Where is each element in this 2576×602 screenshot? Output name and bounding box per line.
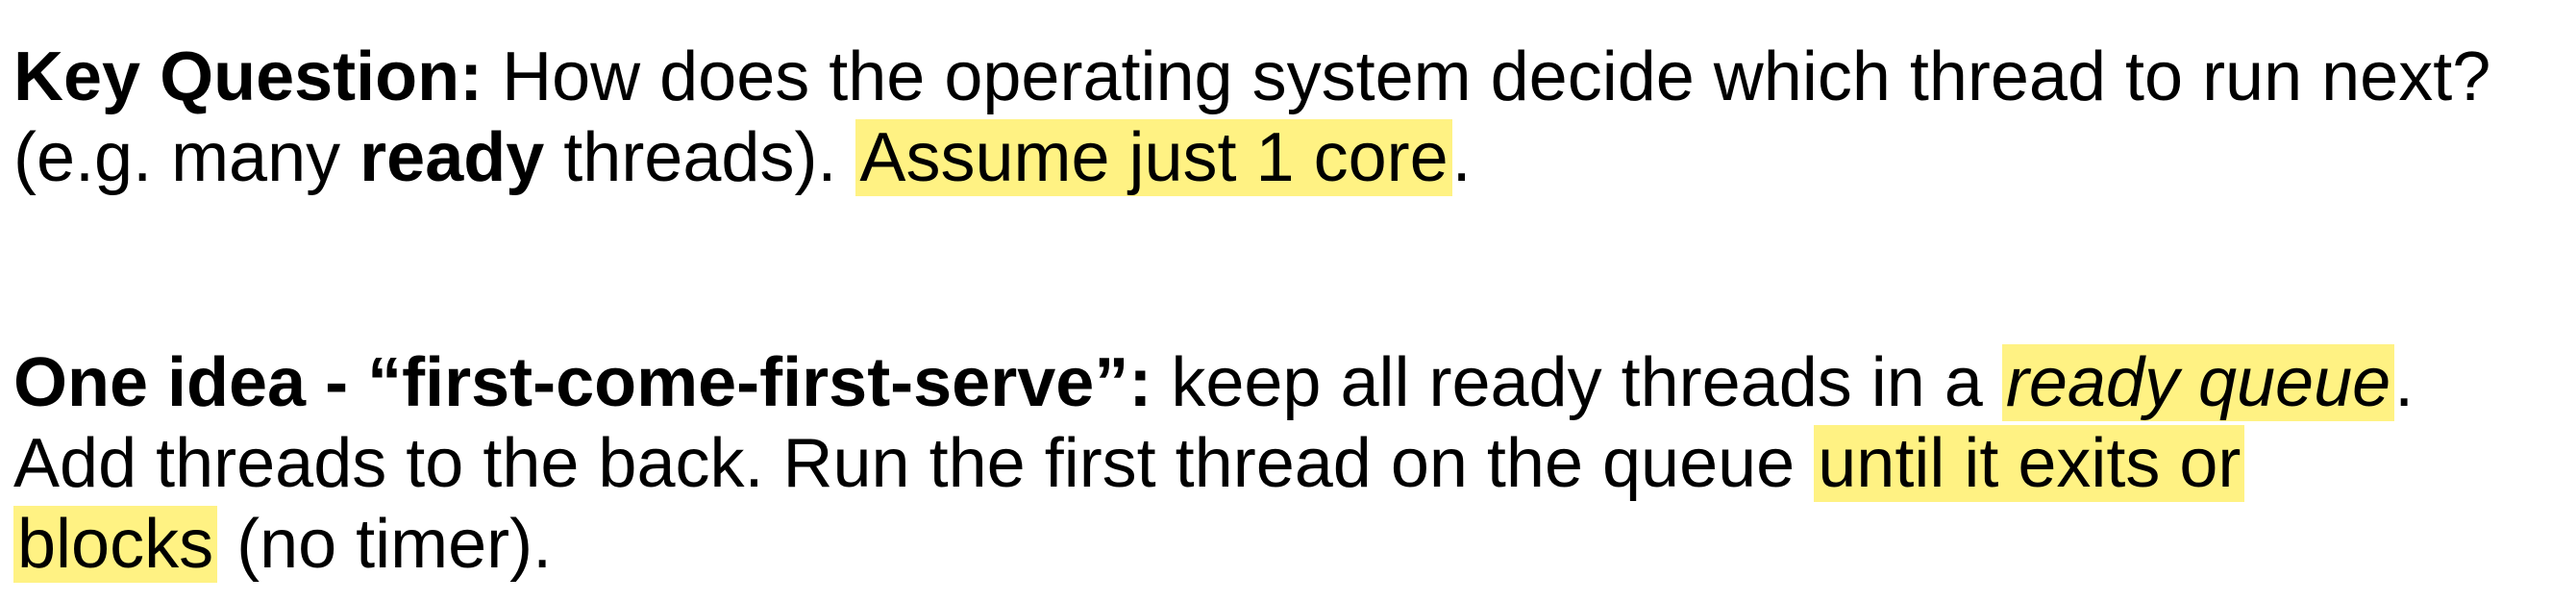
- fcfs-line-2-text: Add threads to the back. Run the first t…: [13, 425, 1815, 502]
- fcfs-line-1: One idea - “first-come-first-serve”: kee…: [13, 342, 2414, 423]
- until-exits-highlight: until it exits or: [1814, 425, 2245, 502]
- no-timer-text: (no timer).: [217, 506, 553, 583]
- key-question-text: How does the operating system decide whi…: [483, 38, 2491, 115]
- fcfs-paragraph: One idea - “first-come-first-serve”: kee…: [13, 342, 2414, 585]
- ready-queue-highlight: ready queue: [2001, 344, 2395, 421]
- key-question-line-1: Key Question: How does the operating sys…: [13, 37, 2490, 117]
- fcfs-label: One idea - “first-come-first-serve”:: [13, 344, 1152, 421]
- assume-one-core-highlight: Assume just 1 core: [855, 119, 1452, 196]
- blocks-highlight: blocks: [13, 506, 218, 583]
- fcfs-text: keep all ready threads in a: [1152, 344, 2002, 421]
- key-question-paragraph: Key Question: How does the operating sys…: [13, 37, 2490, 198]
- fcfs-line-2: Add threads to the back. Run the first t…: [13, 423, 2414, 504]
- period: .: [2394, 344, 2415, 421]
- fcfs-line-3: blocks (no timer).: [13, 504, 2414, 585]
- example-suffix: threads).: [544, 119, 856, 196]
- key-question-label: Key Question:: [13, 38, 483, 115]
- key-question-line-2: (e.g. many ready threads). Assume just 1…: [13, 117, 2490, 198]
- example-prefix: (e.g. many: [13, 119, 360, 196]
- period: .: [1451, 119, 1472, 196]
- ready-bold-word: ready: [359, 119, 545, 196]
